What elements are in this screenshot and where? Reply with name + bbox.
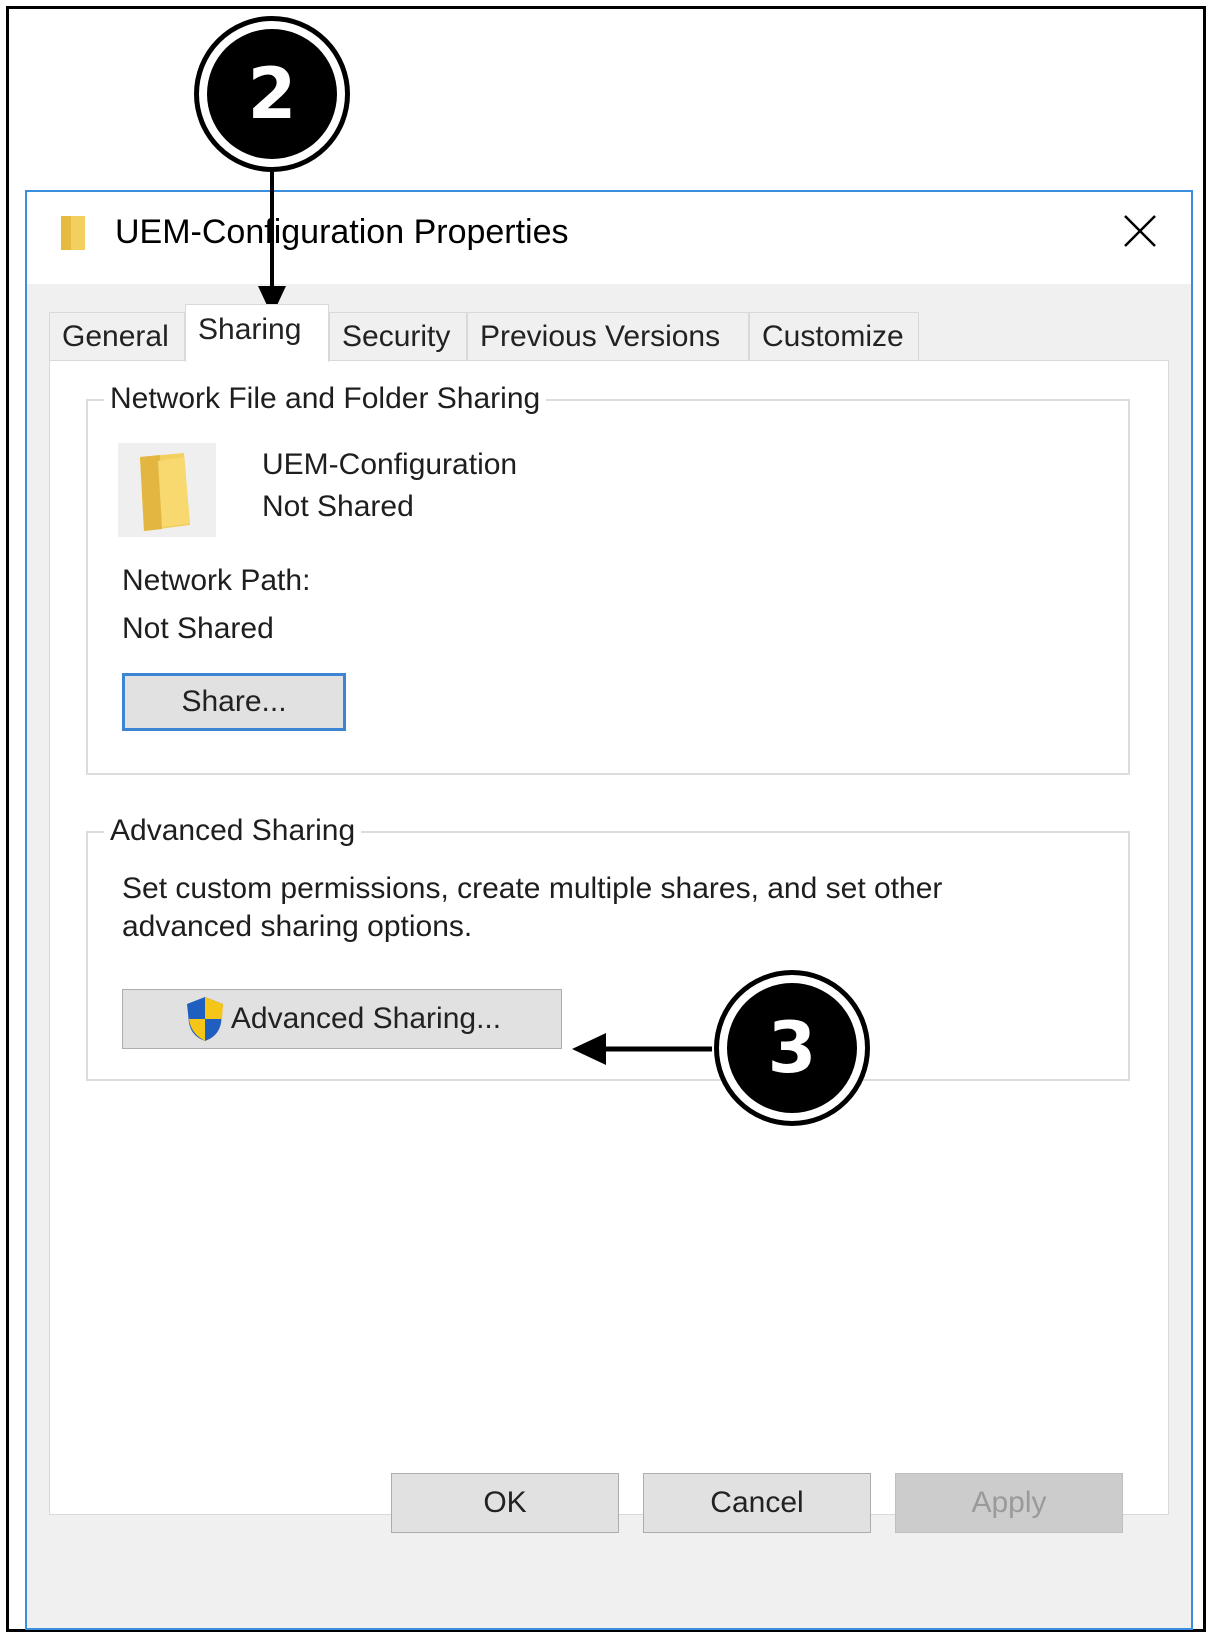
folder-icon: [61, 216, 85, 250]
step-2-number: 2: [207, 29, 337, 159]
tab-general[interactable]: General: [49, 312, 185, 360]
folder-name: UEM-Configuration: [262, 448, 518, 481]
advanced-description-line2: advanced sharing options.: [122, 910, 473, 943]
step-3-callout: 3: [714, 970, 870, 1126]
step-3-number: 3: [727, 983, 857, 1113]
folder-icon: [140, 453, 190, 531]
ok-button[interactable]: OK: [391, 1473, 619, 1533]
close-button[interactable]: [1115, 206, 1165, 256]
network-sharing-group: Network File and Folder Sharing UEM-Conf…: [86, 379, 1130, 775]
window-title: UEM-Configuration Properties: [115, 213, 569, 251]
share-button[interactable]: Share...: [122, 673, 346, 731]
close-icon: [1124, 215, 1156, 247]
advanced-sharing-button[interactable]: Advanced Sharing...: [122, 989, 562, 1049]
apply-button[interactable]: Apply: [895, 1473, 1123, 1533]
network-path-value: Not Shared: [122, 612, 274, 645]
network-sharing-legend: Network File and Folder Sharing: [104, 379, 547, 419]
advanced-sharing-legend: Advanced Sharing: [104, 811, 362, 851]
tab-customize[interactable]: Customize: [749, 312, 919, 360]
sharing-status: Not Shared: [262, 490, 414, 523]
network-path-label: Network Path:: [122, 564, 311, 597]
shared-folder-icon-box: [118, 443, 216, 537]
tab-security[interactable]: Security: [329, 312, 467, 360]
step-2-callout: 2: [194, 16, 350, 172]
title-bar: UEM-Configuration Properties: [27, 192, 1191, 284]
advanced-sharing-button-label: Advanced Sharing...: [230, 1002, 502, 1035]
advanced-sharing-group: Advanced Sharing Set custom permissions,…: [86, 811, 1130, 1081]
tab-previous-versions[interactable]: Previous Versions: [467, 312, 749, 360]
cancel-button[interactable]: Cancel: [643, 1473, 871, 1533]
tab-sharing[interactable]: Sharing: [185, 304, 329, 362]
properties-dialog: UEM-Configuration Properties General Sha…: [25, 190, 1193, 1630]
sharing-panel: Network File and Folder Sharing UEM-Conf…: [49, 360, 1169, 1515]
advanced-description-line1: Set custom permissions, create multiple …: [122, 872, 943, 905]
uac-shield-icon: [186, 997, 223, 1041]
